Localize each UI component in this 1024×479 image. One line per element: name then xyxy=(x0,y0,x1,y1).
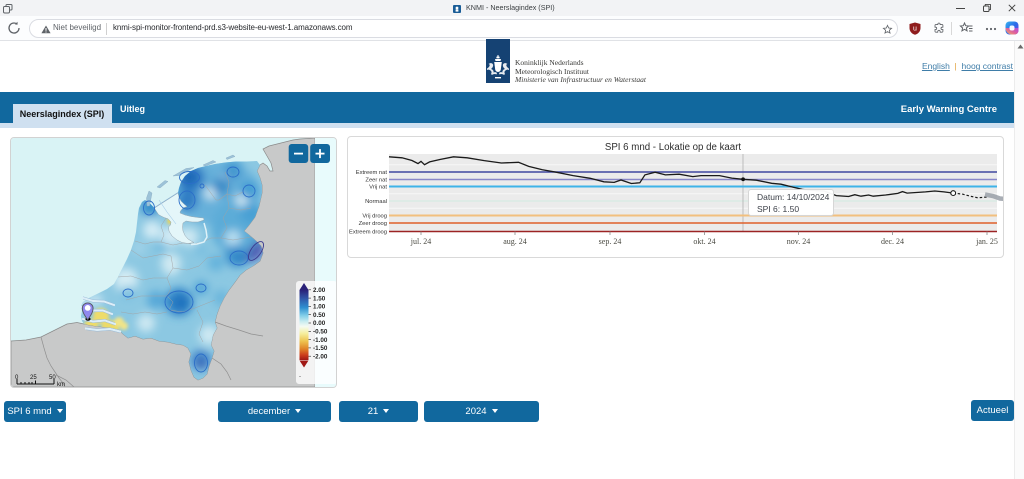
svg-text:50: 50 xyxy=(49,375,56,381)
svg-text:sep. 24: sep. 24 xyxy=(599,237,622,246)
svg-text:-: - xyxy=(299,374,301,380)
svg-text:-1.00: -1.00 xyxy=(313,337,328,344)
svg-text:aug. 24: aug. 24 xyxy=(503,237,527,246)
svg-text:0.00: 0.00 xyxy=(313,320,326,327)
svg-text:2.00: 2.00 xyxy=(313,287,326,294)
svg-text:Vrij droog: Vrij droog xyxy=(362,214,387,220)
svg-text:jul. 24: jul. 24 xyxy=(410,237,431,246)
svg-text:1.00: 1.00 xyxy=(313,304,326,311)
svg-text:u: u xyxy=(913,26,917,33)
svg-text:SPI 6 mnd - Lokatie op de kaar: SPI 6 mnd - Lokatie op de kaart xyxy=(605,142,742,153)
svg-text:Vrij nat: Vrij nat xyxy=(369,185,387,191)
svg-text:nov. 24: nov. 24 xyxy=(787,237,810,246)
svg-text:km: km xyxy=(57,382,65,387)
svg-text:Zeer droog: Zeer droog xyxy=(359,221,387,227)
svg-text:25: 25 xyxy=(30,375,37,381)
svg-text:-0.50: -0.50 xyxy=(313,329,328,336)
svg-text:okt. 24: okt. 24 xyxy=(693,237,715,246)
svg-text:Extreem droog: Extreem droog xyxy=(349,230,387,236)
svg-text:1.50: 1.50 xyxy=(313,295,326,302)
svg-text:Extreem nat: Extreem nat xyxy=(356,170,388,176)
svg-text:dec. 24: dec. 24 xyxy=(881,237,904,246)
svg-text:jan. 25: jan. 25 xyxy=(975,237,998,246)
svg-text:-1.50: -1.50 xyxy=(313,345,328,352)
svg-text:Zeer nat: Zeer nat xyxy=(365,178,387,184)
svg-text:Normaal: Normaal xyxy=(365,199,387,205)
svg-text:0.50: 0.50 xyxy=(313,312,326,319)
svg-text:-2.00: -2.00 xyxy=(313,353,328,360)
